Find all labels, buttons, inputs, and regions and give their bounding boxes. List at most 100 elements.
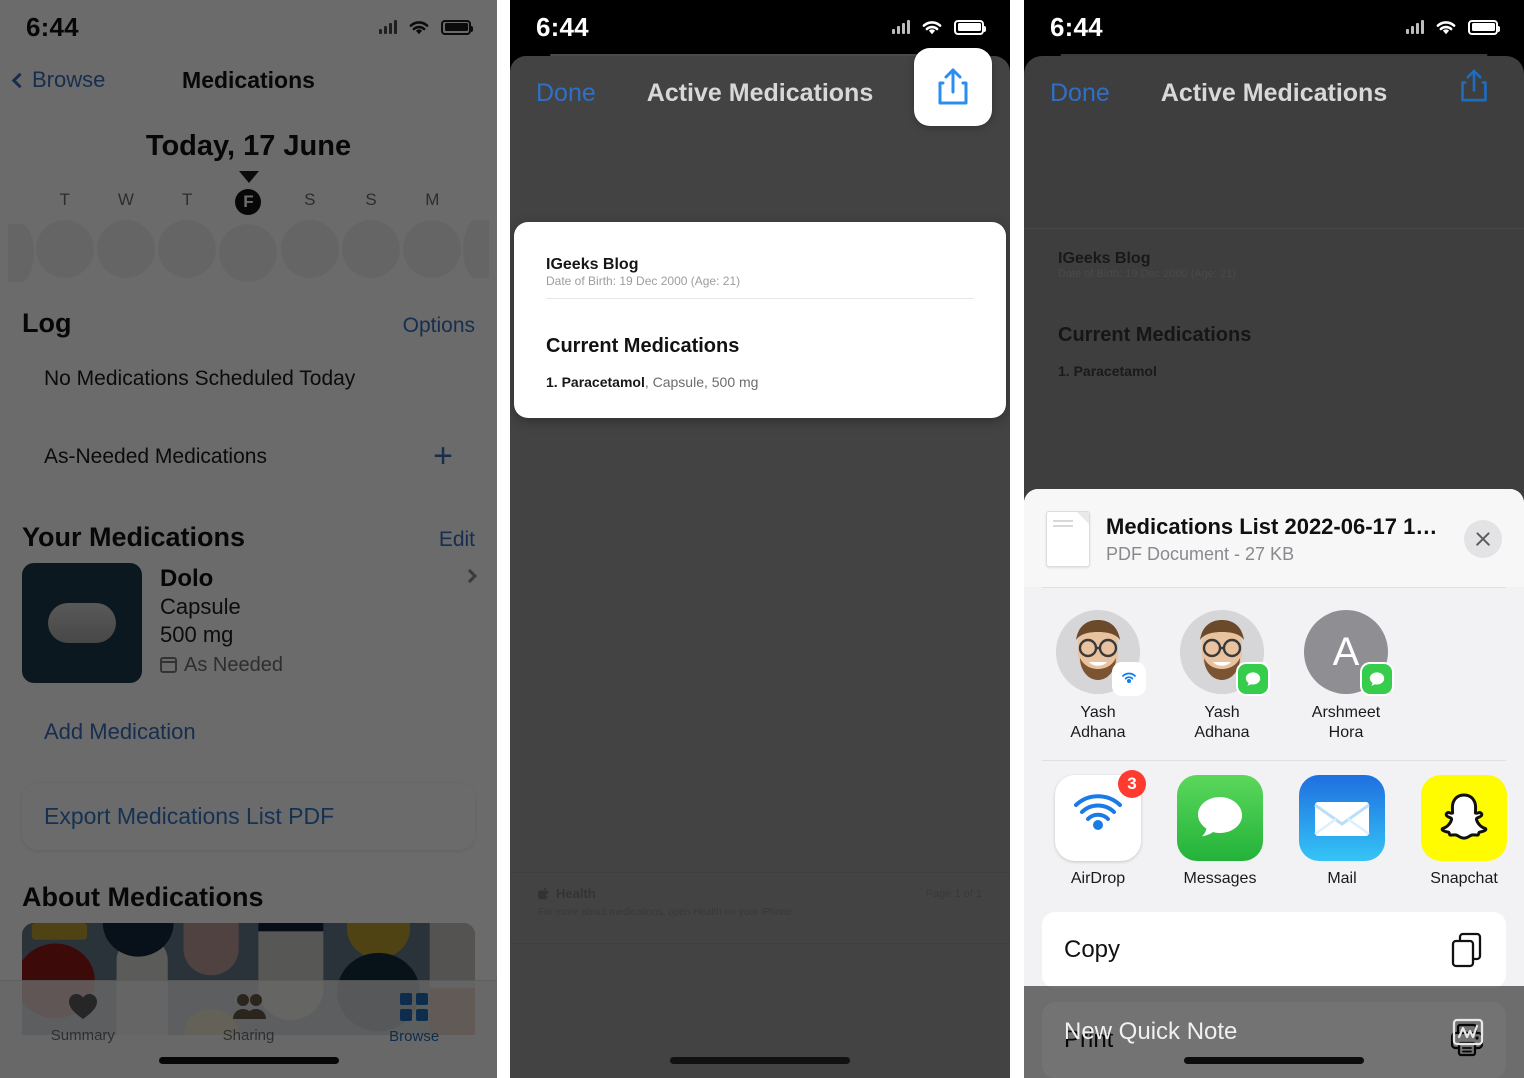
medication-name: Dolo bbox=[160, 565, 214, 593]
week-day-2[interactable]: T bbox=[157, 189, 218, 278]
tab-summary[interactable]: Summary bbox=[0, 993, 166, 1044]
day-dot bbox=[96, 220, 155, 278]
plus-icon[interactable]: + bbox=[433, 439, 453, 473]
medication-schedule-label: As Needed bbox=[184, 653, 283, 676]
day-dot bbox=[158, 220, 217, 278]
share-button[interactable] bbox=[1454, 64, 1494, 108]
log-options-button[interactable]: Options bbox=[403, 314, 475, 338]
footer-divider-bottom bbox=[510, 943, 1010, 944]
medication-list-item[interactable]: Dolo Capsule 500 mg As Needed bbox=[0, 563, 497, 684]
share-person-1[interactable]: Yash Adhana bbox=[1174, 610, 1270, 742]
share-doc-title: Medications List 2022-06-17 18_44+0... bbox=[1106, 513, 1448, 539]
snapchat-app-icon bbox=[1421, 775, 1507, 862]
week-day-5[interactable]: S bbox=[340, 189, 401, 278]
signal-bars-icon bbox=[1406, 20, 1424, 34]
week-edge-partial bbox=[8, 224, 34, 282]
share-icon bbox=[1461, 69, 1487, 102]
day-dot bbox=[280, 220, 339, 278]
your-medications-edit-button[interactable]: Edit bbox=[439, 528, 475, 552]
day-letter: T bbox=[59, 190, 70, 209]
done-button[interactable]: Done bbox=[536, 79, 596, 108]
day-letter: M bbox=[425, 190, 440, 209]
your-medications-title: Your Medications bbox=[22, 522, 246, 553]
medication-info: Dolo Capsule 500 mg As Needed bbox=[160, 563, 447, 676]
pdf-document-icon bbox=[1046, 511, 1090, 567]
tab-sharing[interactable]: Sharing bbox=[166, 993, 332, 1044]
medication-form: Capsule bbox=[160, 594, 241, 620]
app-label: Mail bbox=[1327, 870, 1357, 888]
snapchat-icon bbox=[1440, 793, 1488, 840]
airdrop-badge bbox=[1114, 664, 1144, 694]
week-day-0[interactable]: T bbox=[34, 189, 95, 278]
capsule-icon bbox=[48, 603, 116, 644]
people-icon bbox=[232, 994, 266, 1019]
battery-icon bbox=[954, 19, 986, 35]
person-first-name: Yash bbox=[1080, 704, 1116, 721]
day-dot bbox=[342, 220, 401, 278]
close-button[interactable] bbox=[1464, 520, 1502, 558]
person-last-name: Adhana bbox=[1070, 723, 1126, 741]
pdf-medication-details: , Capsule, 500 mg bbox=[1156, 363, 1271, 379]
chevron-down-icon[interactable] bbox=[238, 171, 259, 183]
pdf-section-title: Current Medications bbox=[1058, 324, 1252, 346]
chevron-left-icon bbox=[11, 72, 28, 88]
mail-app-icon bbox=[1299, 775, 1385, 862]
action-copy[interactable]: Copy bbox=[1042, 912, 1506, 989]
week-day-3-selected[interactable]: F bbox=[218, 189, 279, 282]
share-app-snapchat[interactable]: Snapchat bbox=[1416, 775, 1512, 888]
export-medications-list-pdf-button[interactable]: Export Medications List PDF bbox=[22, 783, 475, 851]
copy-icon bbox=[1451, 932, 1482, 968]
share-icon bbox=[938, 68, 968, 105]
export-button-label: Export Medications List PDF bbox=[44, 803, 335, 830]
as-needed-medications-row[interactable]: As-Needed Medications + bbox=[22, 425, 475, 489]
week-calendar-strip[interactable]: T W T F S S M bbox=[0, 183, 497, 282]
share-app-messages[interactable]: Messages bbox=[1172, 775, 1268, 888]
pdf-patient-name: IGeeks Blog bbox=[1058, 250, 1151, 267]
week-day-4[interactable]: S bbox=[279, 189, 340, 278]
panel-pdf-preview-screen: 6:44 Done Active Medications IGeeks Blog… bbox=[510, 0, 1010, 1078]
close-icon bbox=[1474, 530, 1492, 548]
pdf-date-of-birth: Date of Birth: 19 Dec 2000 (Age: 21) bbox=[1058, 268, 1236, 280]
messages-badge bbox=[1362, 664, 1392, 694]
done-button[interactable]: Done bbox=[1050, 79, 1110, 108]
week-day-1[interactable]: W bbox=[95, 189, 156, 278]
back-button-browse[interactable]: Browse bbox=[11, 67, 105, 93]
log-title: Log bbox=[22, 308, 72, 338]
pdf-medication-item: 1. Paracetamol, Capsule, 500 mg bbox=[1058, 363, 1490, 379]
day-letter: T bbox=[182, 190, 193, 209]
action-label-copy: Copy bbox=[1064, 936, 1121, 964]
tab-label-sharing: Sharing bbox=[222, 1027, 275, 1044]
person-first-name: Yash bbox=[1204, 704, 1240, 721]
day-dot bbox=[35, 220, 94, 278]
about-medications-title: About Medications bbox=[22, 882, 264, 913]
status-bar: 6:44 bbox=[0, 0, 497, 54]
footer-note: For more about medications, open Health … bbox=[538, 907, 795, 918]
tab-label-browse: Browse bbox=[389, 1028, 440, 1045]
person-name: Yash Adhana bbox=[1070, 703, 1125, 742]
add-medication-button[interactable]: Add Medication bbox=[22, 701, 475, 764]
share-person-2[interactable]: A Arshmeet Hora bbox=[1298, 610, 1394, 742]
sheet-navigation-bar: Done Active Medications bbox=[1024, 54, 1524, 132]
share-button[interactable] bbox=[914, 48, 992, 126]
share-person-0[interactable]: Yash Adhana bbox=[1050, 610, 1146, 742]
action-label-new-quick-note: New Quick Note bbox=[1064, 1018, 1238, 1045]
quicknote-icon bbox=[1452, 1018, 1484, 1046]
date-header[interactable]: Today, 17 June bbox=[0, 130, 497, 163]
tab-browse[interactable]: Browse bbox=[331, 993, 497, 1045]
week-day-6[interactable]: M bbox=[402, 189, 463, 278]
avatar-initial: A bbox=[1332, 629, 1360, 674]
notification-badge: 3 bbox=[1118, 770, 1146, 799]
pdf-preview-card[interactable]: IGeeks Blog Date of Birth: 19 Dec 2000 (… bbox=[514, 222, 1006, 418]
share-doc-subtitle: PDF Document - 27 KB bbox=[1106, 543, 1295, 564]
share-app-airdrop[interactable]: 3 AirDrop bbox=[1050, 770, 1146, 888]
share-app-mail[interactable]: Mail bbox=[1294, 775, 1390, 888]
share-sheet: Medications List 2022-06-17 18_44+0... P… bbox=[1024, 489, 1524, 1078]
airdrop-icon bbox=[1122, 672, 1136, 683]
person-last-name: Hora bbox=[1328, 723, 1364, 741]
action-new-quick-note[interactable]: New Quick Note bbox=[1024, 986, 1524, 1078]
person-name: Arshmeet Hora bbox=[1312, 703, 1380, 742]
footer-brand-label: Health bbox=[556, 886, 596, 901]
messages-app-icon bbox=[1177, 775, 1263, 862]
status-time: 6:44 bbox=[26, 11, 79, 42]
